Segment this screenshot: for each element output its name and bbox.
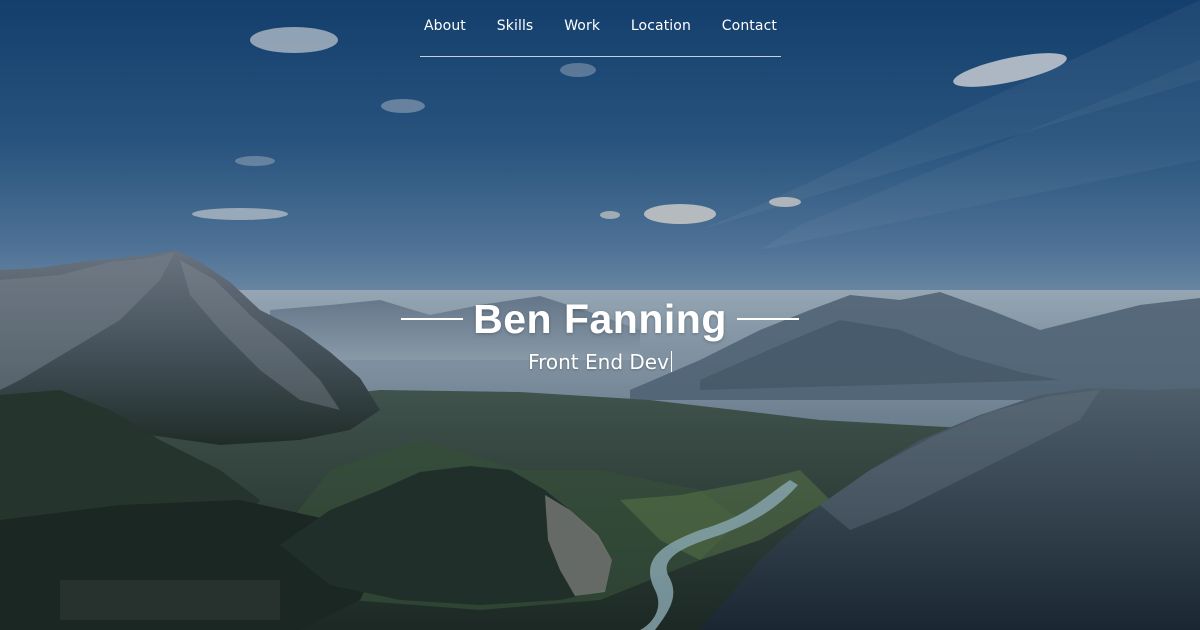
headline-right-rule	[736, 318, 799, 320]
page-title: Ben Fanning	[473, 296, 727, 342]
typing-cursor	[670, 351, 672, 372]
nav-link-work[interactable]: Work	[564, 18, 600, 34]
nav-link-location[interactable]: Location	[631, 18, 691, 34]
nav-link-about[interactable]: About	[424, 18, 466, 34]
headline-left-rule	[401, 318, 464, 320]
nav-link-contact[interactable]: Contact	[722, 18, 777, 34]
hero-section: About Skills Work Location Contact Ben F…	[0, 0, 1200, 630]
nav-link-skills[interactable]: Skills	[497, 18, 534, 34]
main-nav: About Skills Work Location Contact	[420, 0, 781, 57]
hero-subtitle: Front End Dev	[0, 350, 1200, 374]
hero-headline: Ben Fanning	[0, 296, 1200, 342]
subtitle-text: Front End Dev	[528, 350, 669, 374]
